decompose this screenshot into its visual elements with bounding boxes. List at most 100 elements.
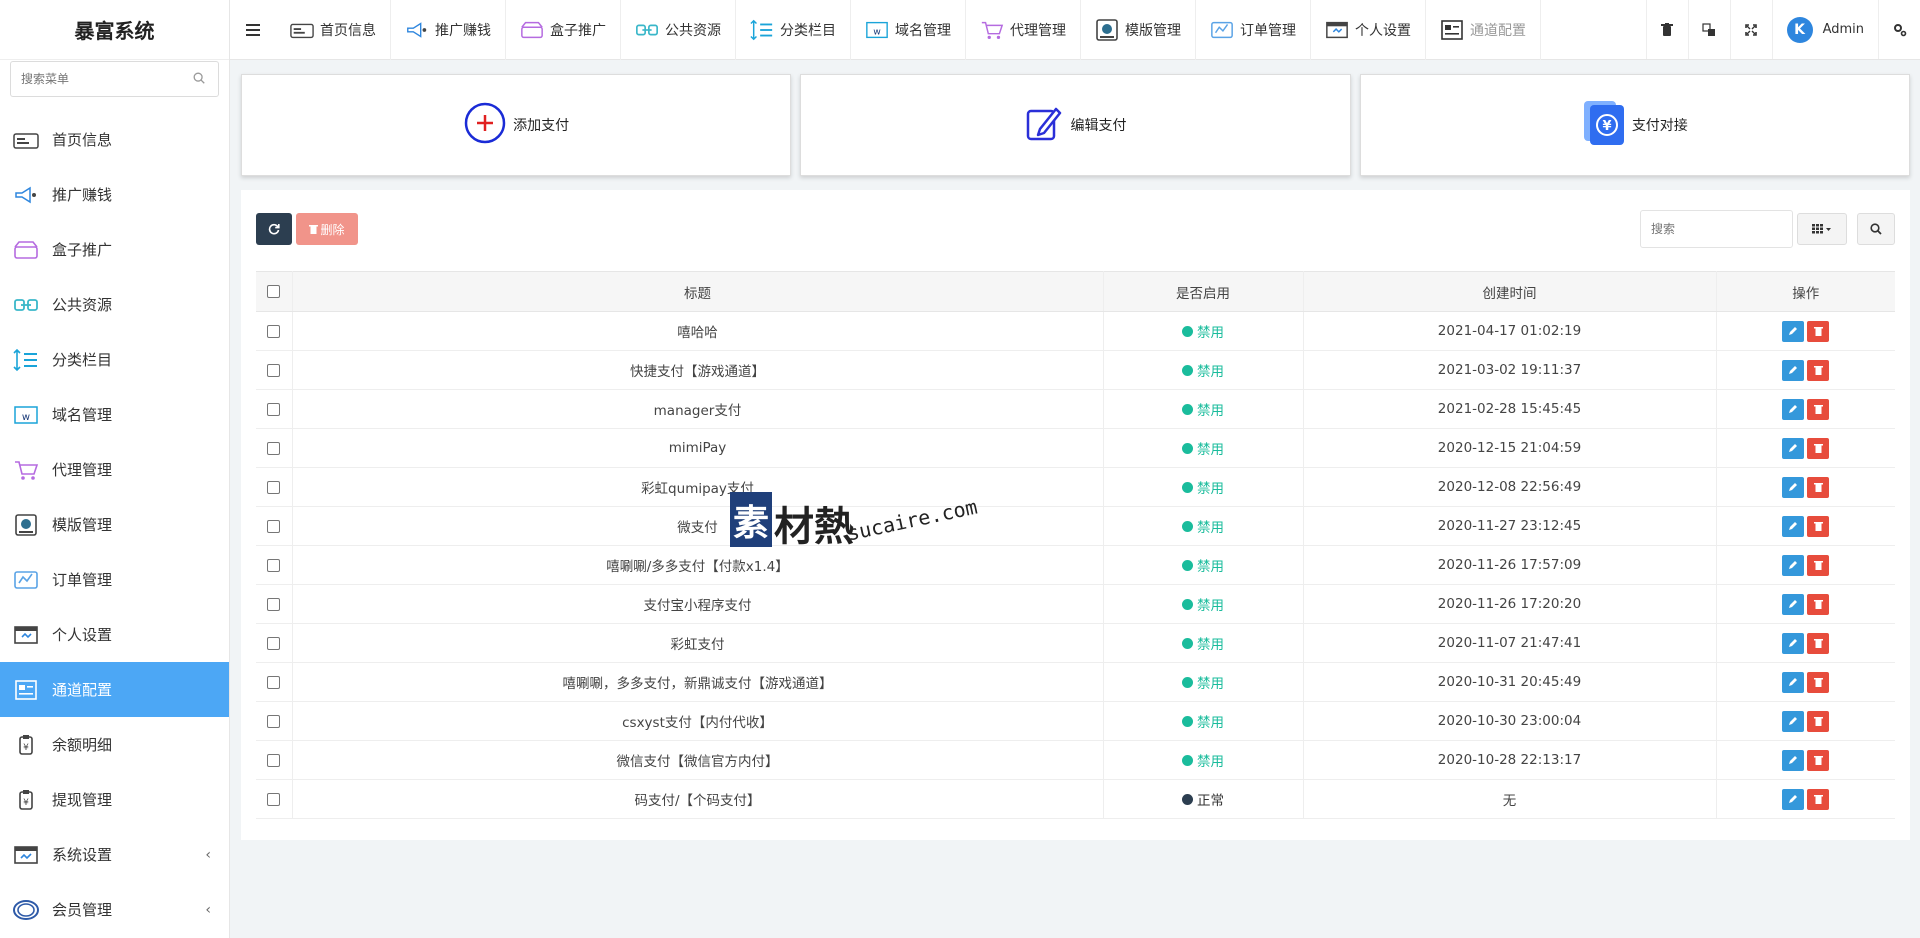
sidebar-item-3[interactable]: 公共资源	[0, 277, 229, 332]
row-checkbox[interactable]	[267, 402, 281, 416]
status-badge[interactable]: 禁用	[1182, 321, 1224, 341]
sidebar-item-9[interactable]: 个人设置	[0, 607, 229, 662]
edit-row-button[interactable]	[1782, 437, 1805, 459]
top-nav-item-3[interactable]: 公共资源	[621, 0, 736, 60]
clear-cache-icon[interactable]	[1645, 0, 1688, 59]
row-checkbox[interactable]	[267, 636, 281, 650]
status-badge[interactable]: 禁用	[1182, 711, 1224, 731]
delete-row-button[interactable]	[1807, 710, 1830, 732]
top-nav-item-10[interactable]: 通道配置	[1426, 0, 1541, 60]
sidebar-item-11[interactable]: ¥ 余额明细	[0, 717, 229, 772]
status-badge[interactable]: 正常	[1182, 789, 1224, 809]
delete-row-button[interactable]	[1807, 749, 1830, 771]
sidebar-item-1[interactable]: 推广赚钱	[0, 167, 229, 222]
topbar: 首页信息 推广赚钱 盒子推广 公共资源 分类栏目 w 域名管理 代理管理 模版管理 订单管理 个人设…	[230, 0, 1920, 60]
sidebar-item-2[interactable]: 盒子推广	[0, 222, 229, 277]
sidebar-item-12[interactable]: ¥ 提现管理	[0, 772, 229, 827]
columns-toggle-button[interactable]	[1797, 213, 1847, 245]
top-nav-item-9[interactable]: 个人设置	[1311, 0, 1426, 60]
delete-row-button[interactable]	[1807, 398, 1830, 420]
edit-row-button[interactable]	[1782, 788, 1805, 810]
search-icon[interactable]	[192, 71, 208, 87]
edit-row-button[interactable]	[1782, 671, 1805, 693]
status-badge[interactable]: 禁用	[1182, 360, 1224, 380]
row-checkbox[interactable]	[267, 363, 281, 377]
sidebar-item-5[interactable]: w 域名管理	[0, 387, 229, 442]
delete-row-button[interactable]	[1807, 515, 1830, 537]
sidebar-item-13[interactable]: 系统设置 ‹	[0, 827, 229, 882]
translate-icon[interactable]	[1687, 0, 1730, 59]
status-badge[interactable]: 禁用	[1182, 516, 1224, 536]
delete-row-button[interactable]	[1807, 632, 1830, 654]
status-badge[interactable]: 禁用	[1182, 633, 1224, 653]
edit-row-button[interactable]	[1782, 593, 1805, 615]
add-payment-card[interactable]: 添加支付	[241, 74, 792, 176]
row-checkbox[interactable]	[267, 558, 281, 572]
menu-toggle-icon[interactable]	[230, 0, 276, 59]
top-nav-item-5[interactable]: w 域名管理	[851, 0, 966, 60]
delete-row-button[interactable]	[1807, 359, 1830, 381]
status-badge[interactable]: 禁用	[1182, 594, 1224, 614]
sidebar-item-10[interactable]: 通道配置	[0, 662, 229, 717]
delete-row-button[interactable]	[1807, 593, 1830, 615]
status-badge[interactable]: 禁用	[1182, 438, 1224, 458]
top-nav-item-6[interactable]: 代理管理	[966, 0, 1081, 60]
delete-row-button[interactable]	[1807, 437, 1830, 459]
edit-payment-card[interactable]: 编辑支付	[800, 74, 1351, 176]
sidebar-item-14[interactable]: 会员管理 ‹	[0, 882, 229, 937]
row-checkbox[interactable]	[267, 519, 281, 533]
status-badge[interactable]: 禁用	[1182, 399, 1224, 419]
status-badge[interactable]: 禁用	[1182, 672, 1224, 692]
edit-row-button[interactable]	[1782, 476, 1805, 498]
delete-row-button[interactable]	[1807, 476, 1830, 498]
select-all-checkbox[interactable]	[267, 285, 281, 298]
edit-row-button[interactable]	[1782, 359, 1805, 381]
gear-icon[interactable]	[1878, 0, 1920, 59]
edit-row-button[interactable]	[1782, 710, 1805, 732]
delete-row-button[interactable]	[1807, 554, 1830, 576]
sidebar-item-6[interactable]: 代理管理	[0, 442, 229, 497]
user-menu[interactable]: K Admin	[1771, 0, 1878, 59]
col-enabled-header[interactable]: 是否启用	[1103, 271, 1304, 312]
edit-row-button[interactable]	[1782, 515, 1805, 537]
top-nav-item-0[interactable]: 首页信息	[276, 0, 391, 60]
sidebar-item-4[interactable]: 分类栏目	[0, 332, 229, 387]
row-checkbox[interactable]	[267, 714, 281, 728]
row-checkbox[interactable]	[267, 324, 281, 338]
status-badge[interactable]: 禁用	[1182, 555, 1224, 575]
table-search-input[interactable]	[1640, 210, 1793, 248]
edit-row-button[interactable]	[1782, 749, 1805, 771]
top-nav-item-7[interactable]: 模版管理	[1081, 0, 1196, 60]
delete-button[interactable]: 删除	[296, 213, 358, 245]
row-checkbox[interactable]	[267, 441, 281, 455]
fullscreen-icon[interactable]	[1729, 0, 1772, 59]
delete-row-button[interactable]	[1807, 671, 1830, 693]
status-badge[interactable]: 禁用	[1182, 477, 1224, 497]
menu-search-input[interactable]	[21, 72, 192, 86]
edit-row-button[interactable]	[1782, 320, 1805, 342]
edit-row-button[interactable]	[1782, 554, 1805, 576]
col-created-header[interactable]: 创建时间	[1303, 271, 1717, 312]
col-title-header[interactable]: 标题	[292, 271, 1104, 312]
payment-connect-card[interactable]: ¥ 支付对接	[1359, 74, 1910, 176]
sidebar-item-7[interactable]: 模版管理	[0, 497, 229, 552]
top-nav-item-4[interactable]: 分类栏目	[736, 0, 851, 60]
top-nav-item-8[interactable]: 订单管理	[1196, 0, 1311, 60]
status-badge[interactable]: 禁用	[1182, 750, 1224, 770]
top-nav-item-2[interactable]: 盒子推广	[506, 0, 621, 60]
row-checkbox[interactable]	[267, 597, 281, 611]
row-checkbox[interactable]	[267, 480, 281, 494]
sidebar-item-0[interactable]: 首页信息	[0, 112, 229, 167]
row-checkbox[interactable]	[267, 753, 281, 767]
row-checkbox[interactable]	[267, 675, 281, 689]
refresh-button[interactable]	[256, 213, 292, 245]
delete-row-button[interactable]	[1807, 788, 1830, 810]
sidebar-item-8[interactable]: 订单管理	[0, 552, 229, 607]
delete-row-button[interactable]	[1807, 320, 1830, 342]
edit-row-button[interactable]	[1782, 398, 1805, 420]
search-button[interactable]	[1857, 213, 1895, 245]
row-checkbox[interactable]	[267, 792, 281, 806]
top-nav-item-1[interactable]: 推广赚钱	[391, 0, 506, 60]
edit-row-button[interactable]	[1782, 632, 1805, 654]
menu-search[interactable]	[10, 61, 219, 97]
